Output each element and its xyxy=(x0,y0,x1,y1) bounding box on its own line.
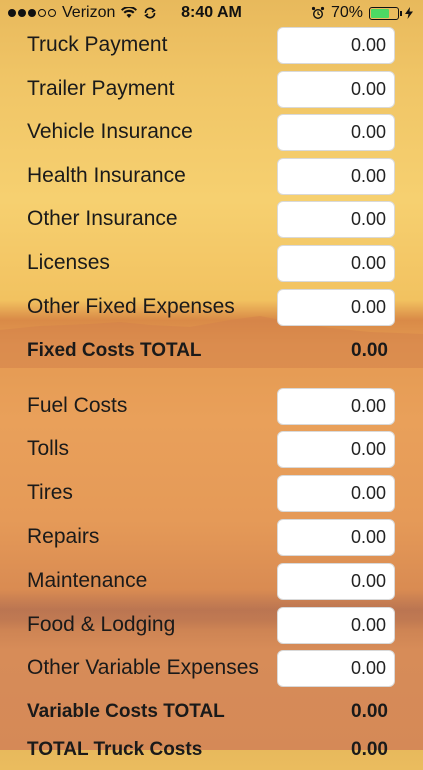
row-tires: Tires xyxy=(0,473,423,513)
status-bar: Verizon 8:40 AM 70% xyxy=(0,0,423,28)
repairs-input[interactable] xyxy=(277,519,395,556)
fuel-costs-input[interactable] xyxy=(277,388,395,425)
licenses-input[interactable] xyxy=(277,245,395,282)
row-food-lodging: Food & Lodging xyxy=(0,605,423,645)
label-tolls: Tolls xyxy=(27,437,70,460)
variable-costs-total-label: Variable Costs TOTAL xyxy=(27,701,225,722)
vehicle-insurance-input[interactable] xyxy=(277,114,395,151)
truck-costs-total-value: 0.00 xyxy=(351,739,388,760)
maintenance-input[interactable] xyxy=(277,563,395,600)
truck-costs-total-row: TOTAL Truck Costs 0.00 xyxy=(0,730,423,770)
row-tolls: Tolls xyxy=(0,429,423,469)
row-fuel-costs: Fuel Costs xyxy=(0,386,423,426)
row-other-fixed-expenses: Other Fixed Expenses xyxy=(0,287,423,327)
other-insurance-input[interactable] xyxy=(277,201,395,238)
battery-icon xyxy=(369,6,402,20)
label-vehicle-insurance: Vehicle Insurance xyxy=(27,120,193,143)
row-health-insurance: Health Insurance xyxy=(0,156,423,196)
label-other-insurance: Other Insurance xyxy=(27,207,178,230)
label-trailer-payment: Trailer Payment xyxy=(27,77,175,100)
label-maintenance: Maintenance xyxy=(27,569,148,592)
other-variable-expenses-input[interactable] xyxy=(277,650,395,687)
row-other-variable-expenses: Other Variable Expenses xyxy=(0,648,423,688)
label-tires: Tires xyxy=(27,481,73,504)
row-licenses: Licenses xyxy=(0,243,423,283)
tires-input[interactable] xyxy=(277,475,395,512)
fixed-costs-total-value: 0.00 xyxy=(351,340,388,361)
label-truck-payment: Truck Payment xyxy=(27,33,168,56)
label-other-variable-expenses: Other Variable Expenses xyxy=(27,656,259,679)
row-trailer-payment: Trailer Payment xyxy=(0,69,423,109)
label-food-lodging: Food & Lodging xyxy=(27,613,176,636)
truck-costs-total-label: TOTAL Truck Costs xyxy=(27,739,203,760)
trailer-payment-input[interactable] xyxy=(277,71,395,108)
label-other-fixed-expenses: Other Fixed Expenses xyxy=(27,295,235,318)
fixed-costs-total-label: Fixed Costs TOTAL xyxy=(27,340,202,361)
row-truck-payment: Truck Payment xyxy=(0,25,423,65)
row-maintenance: Maintenance xyxy=(0,561,423,601)
food-lodging-input[interactable] xyxy=(277,607,395,644)
tolls-input[interactable] xyxy=(277,431,395,468)
other-fixed-expenses-input[interactable] xyxy=(277,289,395,326)
label-health-insurance: Health Insurance xyxy=(27,164,186,187)
row-vehicle-insurance: Vehicle Insurance xyxy=(0,112,423,152)
truck-payment-input[interactable] xyxy=(277,27,395,64)
health-insurance-input[interactable] xyxy=(277,158,395,195)
row-other-insurance: Other Insurance xyxy=(0,199,423,239)
label-fuel-costs: Fuel Costs xyxy=(27,394,128,417)
alarm-icon xyxy=(311,6,325,20)
label-repairs: Repairs xyxy=(27,525,100,548)
battery-percent: 70% xyxy=(330,4,363,21)
variable-costs-total-row: Variable Costs TOTAL 0.00 xyxy=(0,692,423,732)
label-licenses: Licenses xyxy=(27,251,110,274)
row-repairs: Repairs xyxy=(0,517,423,557)
fixed-costs-total-row: Fixed Costs TOTAL 0.00 xyxy=(0,331,423,371)
charging-bolt-icon xyxy=(405,7,413,19)
variable-costs-total-value: 0.00 xyxy=(351,701,388,722)
